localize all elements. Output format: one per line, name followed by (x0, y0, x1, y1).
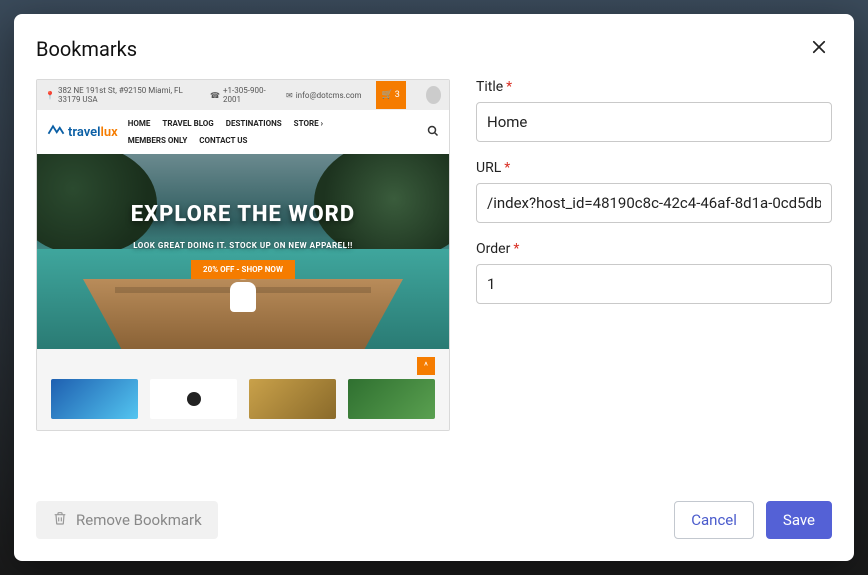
modal-footer: Remove Bookmark Cancel Save (14, 501, 854, 561)
title-label: Title * (476, 79, 832, 95)
preview-logo-text2: lux (101, 125, 118, 140)
url-label: URL * (476, 160, 832, 176)
preview-hero-heading: EXPLORE THE WORD (37, 202, 449, 227)
save-button[interactable]: Save (766, 501, 832, 539)
preview-address-text: 382 NE 191st St, #92150 Miami, FL 33179 … (58, 86, 196, 104)
mail-icon: ✉ (286, 91, 293, 100)
preview-nav-home: HOME (128, 119, 151, 128)
url-input[interactable] (476, 183, 832, 223)
preview-hero-text: EXPLORE THE WORD LOOK GREAT DOING IT. ST… (37, 202, 449, 279)
order-label: Order * (476, 241, 832, 257)
preview-nav-members: MEMBERS ONLY (128, 136, 188, 145)
bookmarks-modal: Bookmarks 📍 382 NE 191st St, #92150 Miam… (14, 14, 854, 561)
preview-address: 📍 382 NE 191st St, #92150 Miami, FL 3317… (45, 86, 196, 104)
cart-icon: 🛒 (382, 90, 393, 100)
cancel-button[interactable]: Cancel (674, 501, 754, 539)
preview-phone-text: +1-305-900-2001 (223, 86, 272, 104)
modal-header: Bookmarks (14, 14, 854, 63)
preview-cart-count: 3 (395, 90, 400, 100)
preview-phone: ☎ +1-305-900-2001 (210, 86, 272, 104)
preview-cart: 🛒 3 (376, 81, 406, 109)
preview-nav-contact: CONTACT US (199, 136, 247, 145)
preview-nav-blog: TRAVEL BLOG (162, 119, 213, 128)
trash-icon (52, 510, 68, 530)
close-button[interactable] (806, 34, 832, 63)
title-input[interactable] (476, 102, 832, 142)
order-required-mark: * (513, 241, 519, 257)
remove-bookmark-label: Remove Bookmark (76, 511, 202, 529)
search-icon (427, 125, 439, 140)
preview-email-text: info@dotcms.com (296, 91, 362, 100)
order-label-text: Order (476, 241, 510, 257)
cancel-label: Cancel (691, 511, 737, 529)
preview-nav-dest: DESTINATIONS (226, 119, 282, 128)
map-pin-icon: 📍 (45, 91, 55, 100)
preview-nav-links: HOME TRAVEL BLOG DESTINATIONS STORE › ME… (128, 119, 358, 145)
preview-thumbs: ^ (37, 349, 449, 431)
url-required-mark: * (504, 160, 510, 176)
save-label: Save (783, 511, 815, 529)
url-label-text: URL (476, 160, 501, 176)
title-label-text: Title (476, 79, 503, 95)
page-preview: 📍 382 NE 191st St, #92150 Miami, FL 3317… (36, 79, 450, 431)
field-url: URL * (476, 160, 832, 223)
preview-column: 📍 382 NE 191st St, #92150 Miami, FL 3317… (36, 79, 450, 501)
preview-logo-text1: travel (68, 125, 101, 140)
form-column: Title * URL * Order * (476, 79, 832, 501)
preview-logo: travellux (47, 123, 118, 141)
preview-nav-store: STORE › (294, 119, 323, 128)
preview-hero-sub: LOOK GREAT DOING IT. STOCK UP ON NEW APP… (37, 241, 449, 250)
field-title: Title * (476, 79, 832, 142)
title-required-mark: * (506, 79, 512, 95)
remove-bookmark-button[interactable]: Remove Bookmark (36, 501, 218, 539)
close-icon (810, 38, 828, 59)
field-order: Order * (476, 241, 832, 304)
preview-email: ✉ info@dotcms.com (286, 91, 362, 100)
modal-body: 📍 382 NE 191st St, #92150 Miami, FL 3317… (14, 63, 854, 501)
order-input[interactable] (476, 264, 832, 304)
scroll-top-icon: ^ (417, 357, 435, 375)
preview-topbar: 📍 382 NE 191st St, #92150 Miami, FL 3317… (37, 80, 449, 110)
logo-mark-icon (47, 123, 65, 141)
preview-avatar (426, 86, 441, 104)
preview-thumb-2 (150, 379, 237, 419)
preview-nav: travellux HOME TRAVEL BLOG DESTINATIONS … (37, 110, 449, 154)
preview-thumb-4 (348, 379, 435, 419)
preview-thumb-3 (249, 379, 336, 419)
footer-actions: Cancel Save (674, 501, 832, 539)
preview-thumb-1 (51, 379, 138, 419)
phone-icon: ☎ (210, 91, 220, 100)
preview-hero-cta: 20% OFF - SHOP NOW (191, 260, 295, 279)
preview-hero: EXPLORE THE WORD LOOK GREAT DOING IT. ST… (37, 154, 449, 349)
modal-title: Bookmarks (36, 37, 137, 61)
